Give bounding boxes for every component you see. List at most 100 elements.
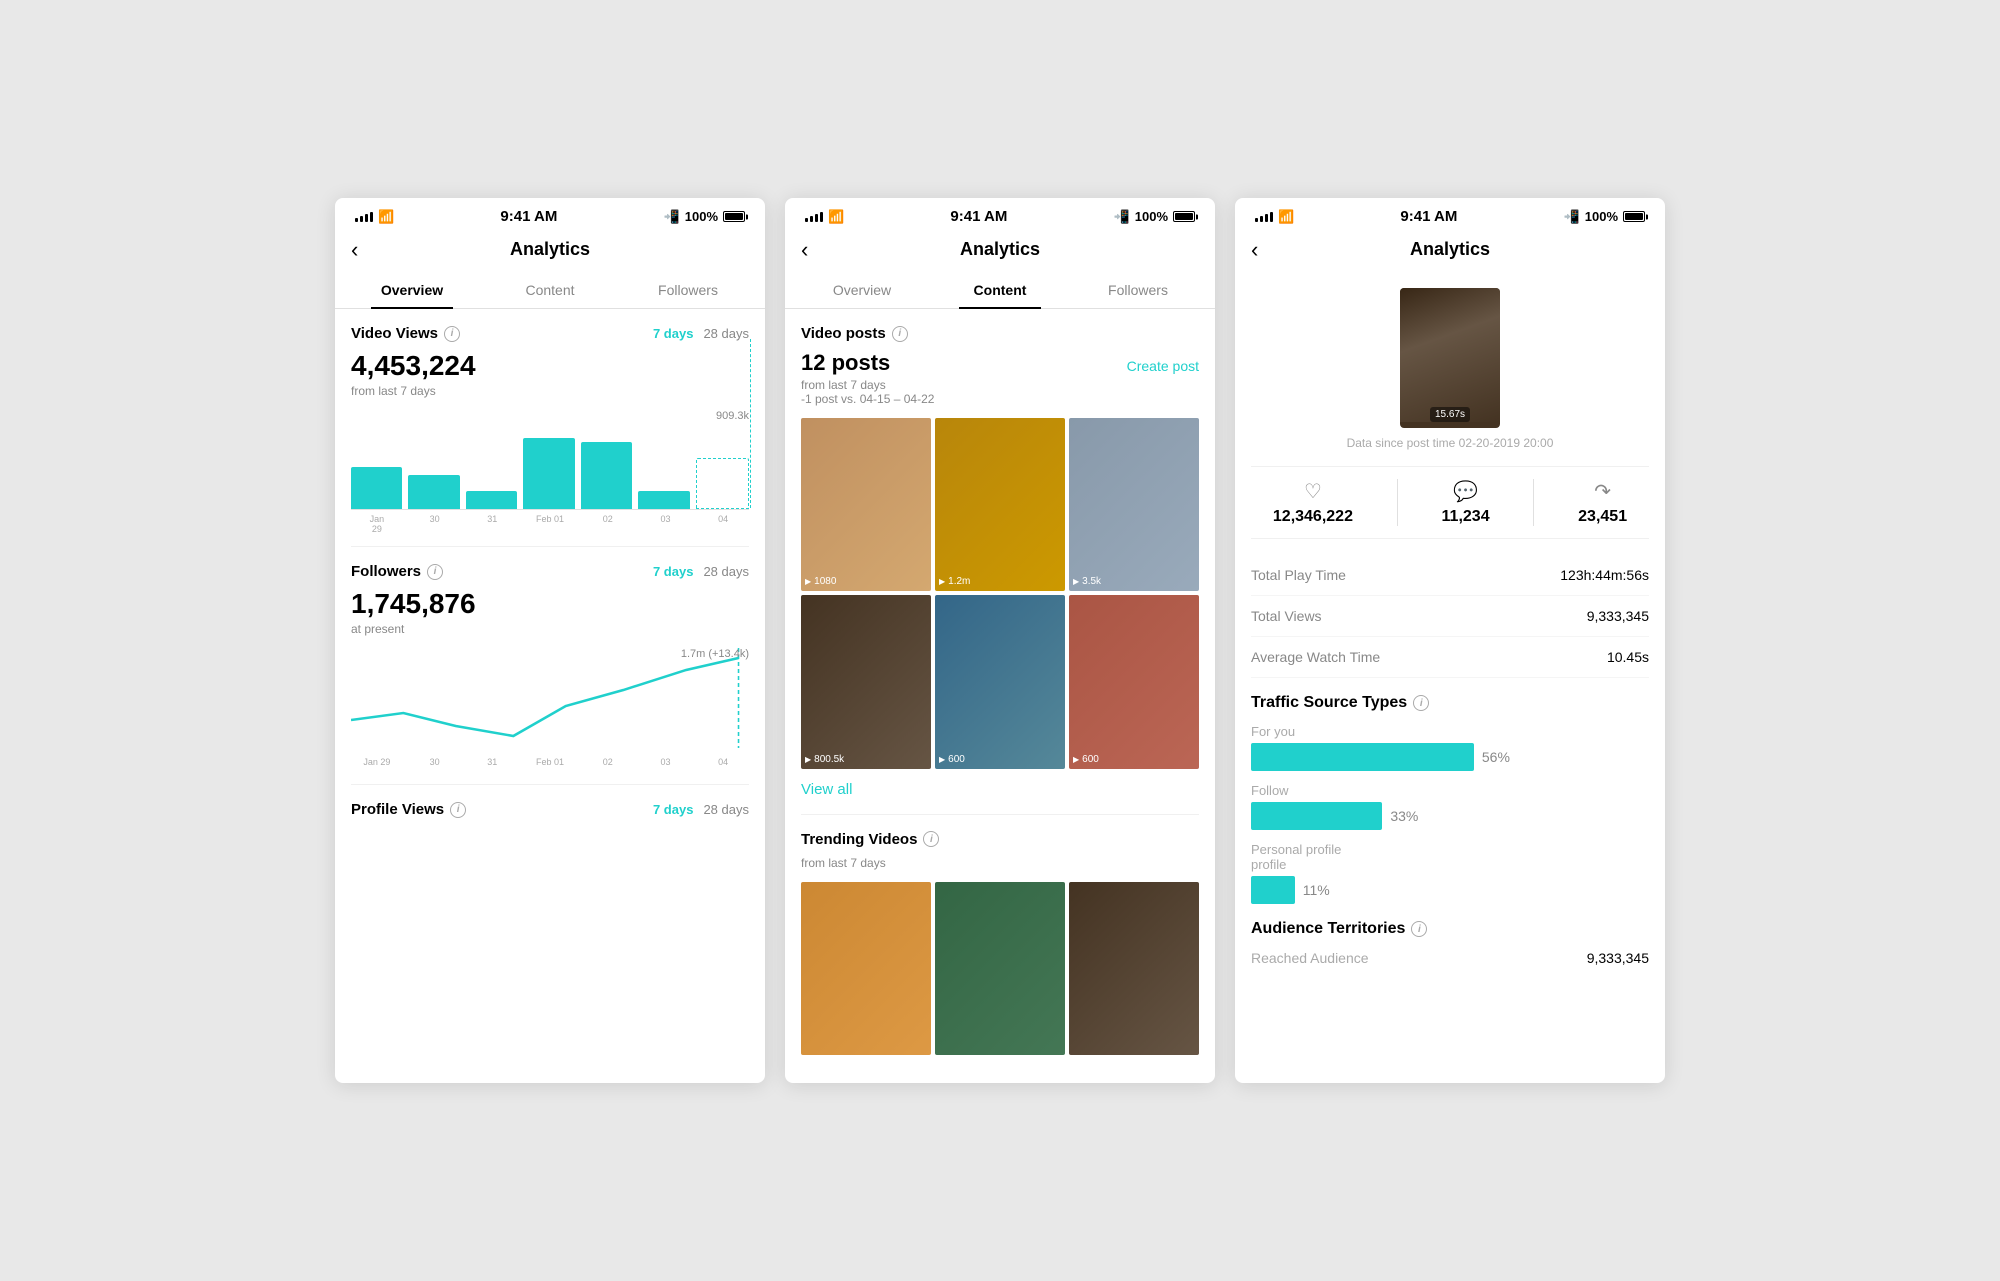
header-1: ‹ Analytics xyxy=(335,231,765,272)
page-title-3: Analytics xyxy=(1251,239,1649,260)
chart-label-6: 03 xyxy=(640,514,692,534)
bluetooth-icon-2: 📲 xyxy=(1114,209,1130,225)
video-posts-header: Video posts i xyxy=(801,325,1199,342)
tab-followers-2[interactable]: Followers xyxy=(1069,272,1207,308)
bluetooth-icon-1: 📲 xyxy=(664,209,680,225)
audience-info-icon[interactable]: i xyxy=(1411,921,1427,937)
status-left-3: 📶 xyxy=(1255,209,1294,225)
traffic-fill-personal xyxy=(1251,876,1295,904)
traffic-section: Traffic Source Types i For you 56% Follo… xyxy=(1251,694,1649,904)
total-views-value: 9,333,345 xyxy=(1587,608,1649,624)
audience-title: Audience Territories i xyxy=(1251,920,1649,938)
video-grid: ▶ 1080 ▶ 1.2m ▶ 3.5k xyxy=(801,418,1199,769)
chart-label-3: 31 xyxy=(466,514,518,534)
traffic-info-icon[interactable]: i xyxy=(1413,695,1429,711)
video-thumb-2[interactable]: ▶ 1.2m xyxy=(935,418,1065,591)
audience-row-1: Reached Audience 9,333,345 xyxy=(1251,946,1649,970)
create-post-btn[interactable]: Create post xyxy=(1127,358,1199,374)
page-title-2: Analytics xyxy=(801,239,1199,260)
followers-7days-btn[interactable]: 7 days xyxy=(653,564,693,579)
pv-28days-btn[interactable]: 28 days xyxy=(703,802,749,817)
video-overlay-2: ▶ 1.2m xyxy=(939,576,970,587)
post-thumbnail: 15.67s xyxy=(1400,288,1500,428)
tab-bar-1: Overview Content Followers xyxy=(335,272,765,309)
shares-item: ↷ 23,451 xyxy=(1578,479,1627,526)
tab-overview-2[interactable]: Overview xyxy=(793,272,931,308)
traffic-title: Traffic Source Types i xyxy=(1251,694,1649,712)
flbl-3: 31 xyxy=(466,757,518,767)
followers-28days-btn[interactable]: 28 days xyxy=(703,564,749,579)
header-2: ‹ Analytics xyxy=(785,231,1215,272)
wifi-icon-2: 📶 xyxy=(828,209,844,225)
chart-labels: Jan29 30 31 Feb 01 02 03 04 xyxy=(351,514,749,534)
chart-label-1: Jan29 xyxy=(351,514,403,534)
video-overlay-6: ▶ 600 xyxy=(1073,754,1099,765)
trending-thumb-2[interactable] xyxy=(935,882,1065,1055)
video-thumb-1[interactable]: ▶ 1080 xyxy=(801,418,931,591)
heart-icon: ♡ xyxy=(1304,479,1322,504)
followers-chart-labels: Jan 29 30 31 Feb 01 02 03 04 xyxy=(351,757,749,767)
posts-sub2: -1 post vs. 04-15 – 04-22 xyxy=(801,392,934,406)
video-posts-info-icon[interactable]: i xyxy=(892,326,908,342)
reached-label: Reached Audience xyxy=(1251,950,1369,966)
share-icon: ↷ xyxy=(1594,479,1611,504)
chart-bar-3 xyxy=(466,491,517,509)
tab-content-2[interactable]: Content xyxy=(931,272,1069,308)
chart-label-4: Feb 01 xyxy=(524,514,576,534)
tab-content-1[interactable]: Content xyxy=(481,272,619,308)
comments-item: 💬 11,234 xyxy=(1442,479,1490,526)
overview-content: Video Views i 7 days 28 days 4,453,224 f… xyxy=(335,309,765,842)
traffic-label-follow: Follow xyxy=(1251,783,1649,798)
signal-icon-3 xyxy=(1255,212,1273,222)
pv-7days-btn[interactable]: 7 days xyxy=(653,802,693,817)
tab-followers-1[interactable]: Followers xyxy=(619,272,757,308)
wifi-icon-3: 📶 xyxy=(1278,209,1294,225)
back-button-2[interactable]: ‹ xyxy=(801,237,808,263)
traffic-pct-follow: 33% xyxy=(1390,808,1418,824)
video-thumb-6[interactable]: ▶ 600 xyxy=(1069,595,1199,768)
status-bar-1: 📶 9:41 AM 📲 100% xyxy=(335,198,765,231)
line-chart-peak: 1.7m (+13.4k) xyxy=(681,648,749,660)
trending-info-icon[interactable]: i xyxy=(923,831,939,847)
video-thumb-3[interactable]: ▶ 3.5k xyxy=(1069,418,1199,591)
video-views-period: 7 days 28 days xyxy=(653,326,749,341)
chart-bar-2 xyxy=(408,475,459,509)
total-play-value: 123h:44m:56s xyxy=(1560,567,1649,583)
posts-sub: from last 7 days xyxy=(801,378,934,392)
page-title-1: Analytics xyxy=(351,239,749,260)
back-button-3[interactable]: ‹ xyxy=(1251,237,1258,263)
profile-views-title: Profile Views i xyxy=(351,801,466,818)
period-28days-btn[interactable]: 28 days xyxy=(703,326,749,341)
trending-thumb-1[interactable] xyxy=(801,882,931,1055)
content-screen-body: Video posts i 12 posts from last 7 days … xyxy=(785,309,1215,1083)
likes-value: 12,346,222 xyxy=(1273,508,1353,526)
period-7days-btn[interactable]: 7 days xyxy=(653,326,693,341)
traffic-track-foryou: 56% xyxy=(1251,743,1649,771)
chart-label-2: 30 xyxy=(409,514,461,534)
screen-detail: 📶 9:41 AM 📲 100% ‹ Analytics 15.67s Data xyxy=(1235,198,1665,1083)
profile-views-info-icon[interactable]: i xyxy=(450,802,466,818)
video-thumb-5[interactable]: ▶ 600 xyxy=(935,595,1065,768)
status-left-1: 📶 xyxy=(355,209,394,225)
video-views-title: Video Views i xyxy=(351,325,460,342)
battery-icon-1 xyxy=(723,211,745,222)
back-button-1[interactable]: ‹ xyxy=(351,237,358,263)
followers-header: Followers i 7 days 28 days xyxy=(351,563,749,580)
followers-info-icon[interactable]: i xyxy=(427,564,443,580)
tab-overview-1[interactable]: Overview xyxy=(343,272,481,308)
battery-icon-2 xyxy=(1173,211,1195,222)
trending-thumb-3[interactable] xyxy=(1069,882,1199,1055)
status-bar-3: 📶 9:41 AM 📲 100% xyxy=(1235,198,1665,231)
screens-container: 📶 9:41 AM 📲 100% ‹ Analytics Overview Co… xyxy=(305,178,1695,1103)
view-all-button[interactable]: View all xyxy=(801,781,1199,798)
divider-content-1 xyxy=(801,814,1199,815)
audience-section: Audience Territories i Reached Audience … xyxy=(1251,920,1649,970)
tab-bar-2: Overview Content Followers xyxy=(785,272,1215,309)
chart-label-5: 02 xyxy=(582,514,634,534)
traffic-bar-follow: Follow 33% xyxy=(1251,783,1649,830)
signal-icon-2 xyxy=(805,212,823,222)
video-thumb-4[interactable]: ▶ 800.5k xyxy=(801,595,931,768)
avg-watch-label: Average Watch Time xyxy=(1251,649,1380,665)
status-right-3: 📲 100% xyxy=(1564,209,1645,225)
video-views-info-icon[interactable]: i xyxy=(444,326,460,342)
